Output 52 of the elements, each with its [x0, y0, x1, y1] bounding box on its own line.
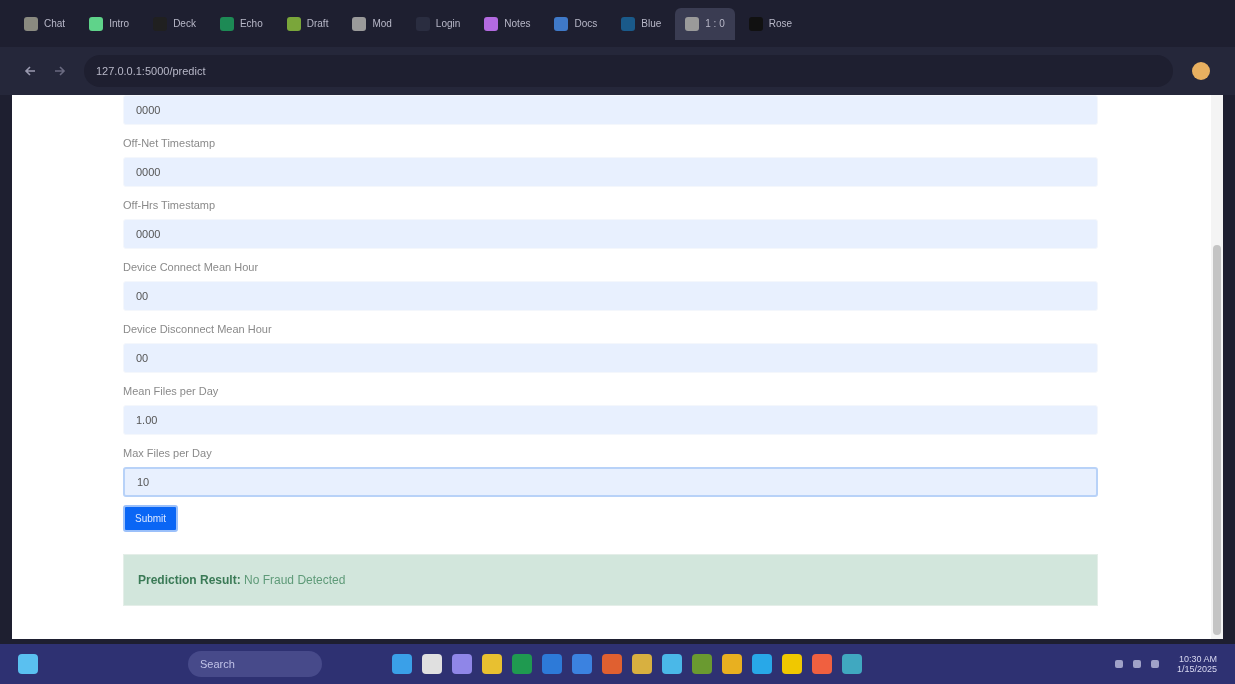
field-label: Device Connect Mean Hour [123, 261, 260, 273]
input-field[interactable]: 10 [123, 467, 1098, 497]
forward-icon[interactable] [54, 65, 66, 77]
result-alert: Prediction Result: No Fraud Detected [123, 554, 1098, 606]
input-field[interactable]: 0000 [123, 219, 1098, 249]
browser-tab[interactable]: Mod [342, 7, 402, 40]
input-field[interactable]: 00 [123, 343, 1098, 373]
browser-tab[interactable]: Docs [544, 7, 608, 40]
field-label: Mean Files per Day [123, 385, 220, 397]
browser-tab[interactable]: Blue [611, 7, 672, 40]
field-label: Off-Hrs Timestamp [123, 199, 217, 211]
app-icon[interactable] [482, 654, 502, 674]
browser-tab[interactable]: Deck [143, 7, 206, 40]
profile-icon[interactable] [1191, 61, 1211, 81]
browser-tab[interactable]: Chat [14, 7, 76, 40]
input-field[interactable]: 0000 [123, 95, 1098, 125]
address-field[interactable]: 127.0.0.1:5000/predict [84, 55, 1173, 87]
app-icon[interactable] [452, 654, 472, 674]
clock-date: 1/15/2025 [1176, 664, 1217, 674]
submit-button[interactable]: Submit [123, 505, 179, 532]
browser-tab[interactable]: Intro [79, 7, 140, 40]
app-icon[interactable] [842, 654, 862, 674]
browser-tab[interactable]: 1 : 0 [675, 7, 735, 40]
input-field[interactable]: 1.00 [123, 405, 1098, 435]
start-icon[interactable] [18, 654, 38, 674]
app-icon[interactable] [782, 654, 802, 674]
input-field[interactable]: 0000 [123, 157, 1098, 187]
back-icon[interactable] [24, 65, 36, 77]
app-icon[interactable] [632, 654, 652, 674]
app-icon[interactable] [572, 654, 592, 674]
app-icon[interactable] [752, 654, 772, 674]
app-icon[interactable] [812, 654, 832, 674]
browser-tab[interactable]: Login [405, 7, 471, 40]
field-label: Device Disconnect Mean Hour [123, 323, 273, 335]
input-field[interactable]: 00 [123, 281, 1098, 311]
scrollbar-thumb[interactable] [1213, 245, 1221, 635]
app-icon[interactable] [722, 654, 742, 674]
app-icon[interactable] [602, 654, 622, 674]
app-icon[interactable] [392, 654, 412, 674]
field-label: Max Files per Day [123, 447, 213, 459]
app-icon[interactable] [692, 654, 712, 674]
app-icon[interactable] [422, 654, 442, 674]
browser-tab[interactable]: Notes [474, 7, 541, 40]
app-icon[interactable] [542, 654, 562, 674]
browser-tab[interactable]: Echo [209, 7, 273, 40]
search-field[interactable]: Search [188, 651, 322, 677]
browser-tab[interactable]: Rose [738, 7, 803, 40]
app-icon[interactable] [512, 654, 532, 674]
app-icon[interactable] [662, 654, 682, 674]
field-label: Off-Net Timestamp [123, 137, 217, 149]
clock-time: 10:30 AM [1177, 654, 1217, 664]
browser-tab[interactable]: Draft [276, 7, 339, 40]
